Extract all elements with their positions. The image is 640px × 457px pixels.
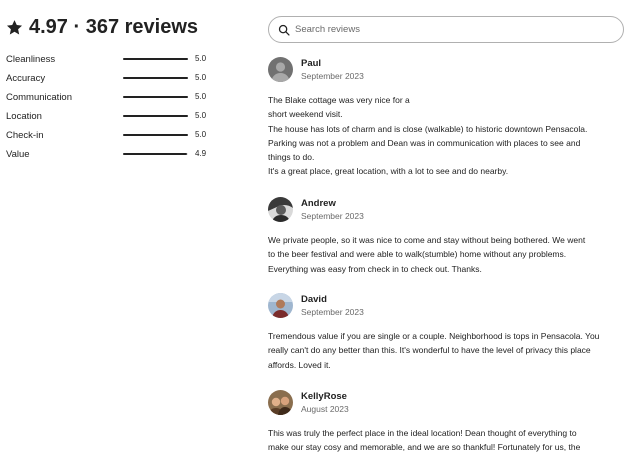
review-line: It's a great place, great location, with… [268,166,509,177]
review-item: Andrew September 2023 We private people,… [268,196,628,274]
rating-title: 4.97 · 367 reviews [29,16,199,38]
category-row-accuracy: Accuracy 5.0 [6,72,210,91]
review-line: This was truly the perfect place in the … [268,428,577,438]
review-line: really can't do any better than this. It… [268,345,591,356]
reviewer-name: Paul [301,58,322,69]
category-row-check-in: Check-in 5.0 [6,129,210,148]
reviewer-avatar[interactable] [268,197,293,222]
reviewer-name: Andrew [301,198,336,209]
category-label: Check-in [6,130,44,141]
review-text: The Blake cottage was very nice for a sh… [268,93,628,179]
category-score: 5.0 [195,54,207,63]
category-label: Communication [6,92,72,103]
category-bar-fill [123,58,188,60]
category-bar [123,58,188,60]
category-bar-fill [123,96,188,98]
review-text: Tremendous value if you are single or a … [268,329,628,372]
review-item: Paul September 2023 The Blake cottage wa… [268,56,628,176]
review-line: Tremendous value if you are single or a … [268,331,600,341]
category-row-communication: Communication 5.0 [6,91,210,110]
category-bar [123,134,188,136]
reviewer-avatar[interactable] [268,57,293,82]
category-bar-fill [123,77,188,79]
category-bar [123,96,188,98]
review-line: The house has lots of charm and is close… [268,123,588,134]
reviews-page: 4.97 · 367 reviews Cleanliness 5.0 Accur… [0,0,640,457]
category-row-value: Value 4.9 [6,148,210,167]
category-bar-fill [123,134,188,136]
category-row-cleanliness: Cleanliness 5.0 [6,53,210,72]
category-bar [123,115,188,117]
review-date: August 2023 [301,404,349,414]
category-bar-fill [123,153,187,155]
category-ratings: Cleanliness 5.0 Accuracy 5.0 Communicati… [6,53,210,167]
category-bar [123,153,188,155]
category-label: Cleanliness [6,54,56,65]
review-item: David September 2023 Tremendous value if… [268,292,628,370]
review-line: affords. Loved it. [268,359,331,370]
category-label: Value [6,149,30,160]
star-icon [6,19,23,36]
review-line: make our stay cosy and memorable, and we… [268,442,581,453]
review-date: September 2023 [301,211,364,221]
category-bar-fill [123,115,188,117]
reviewer-avatar[interactable] [268,390,293,415]
review-line: The Blake cottage was very nice for a [268,95,410,105]
category-row-location: Location 5.0 [6,110,210,129]
category-label: Accuracy [6,73,46,84]
category-label: Location [6,111,42,122]
review-text: This was truly the perfect place in the … [268,426,628,455]
reviewer-avatar[interactable] [268,293,293,318]
category-score: 5.0 [195,73,207,82]
category-score: 5.0 [195,111,207,120]
review-line: Parking was not a problem and Dean was i… [268,137,581,148]
category-score: 4.9 [195,149,207,158]
review-text: We private people, so it was nice to com… [268,233,628,276]
reviewer-name: David [301,294,327,305]
review-item: KellyRose August 2023 This was truly the… [268,389,628,452]
review-line: to the beer festival and were able to wa… [268,249,567,260]
search-icon [278,24,290,36]
category-score: 5.0 [195,92,207,101]
rating-header: 4.97 · 367 reviews [6,16,198,39]
review-line: We private people, so it was nice to com… [268,235,586,245]
review-header: Paul September 2023 [268,56,628,90]
search-input[interactable] [295,19,615,40]
reviewer-name: KellyRose [301,391,347,402]
review-date: September 2023 [301,307,364,317]
review-line: short weekend visit. [268,109,343,120]
review-line: things to do. [268,152,315,163]
review-header: Andrew September 2023 [268,196,628,230]
review-header: KellyRose August 2023 [268,389,628,423]
review-date: September 2023 [301,71,364,81]
category-bar [123,77,188,79]
review-line: Everything was easy from check in to che… [268,263,482,274]
search-box[interactable] [268,16,624,43]
category-score: 5.0 [195,130,207,139]
review-header: David September 2023 [268,292,628,326]
